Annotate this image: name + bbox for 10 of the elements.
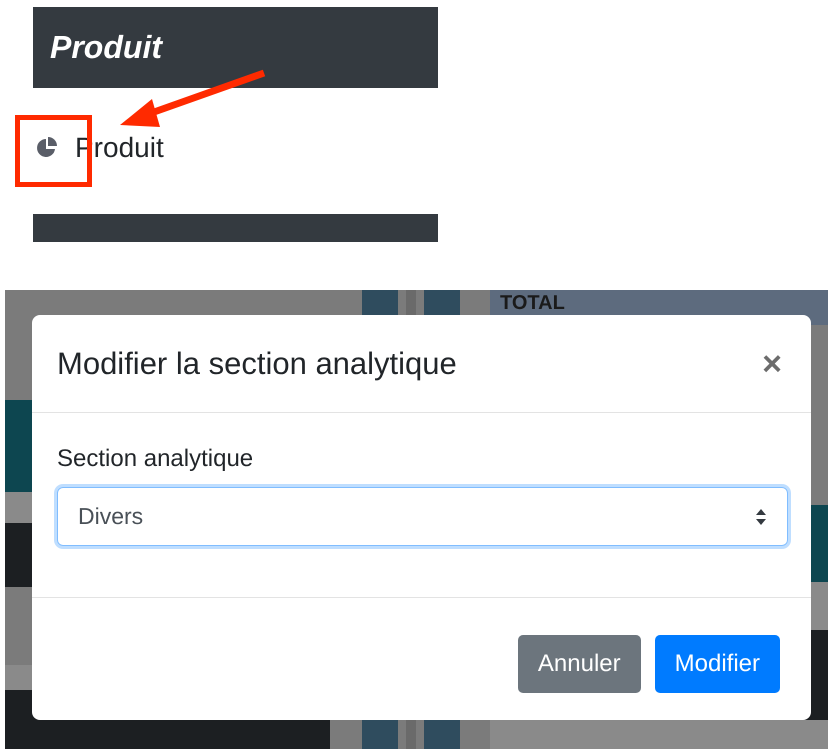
field-label: Section analytique: [57, 445, 254, 473]
section-header: Produit: [33, 7, 438, 88]
cancel-button[interactable]: Annuler: [518, 635, 641, 693]
column-heading: TOTAL: [500, 292, 565, 315]
pie-chart-icon: [35, 136, 59, 160]
close-button[interactable]: ×: [758, 346, 786, 380]
select-field[interactable]: Divers: [57, 487, 788, 546]
sort-caret-icon: [755, 508, 767, 526]
confirm-button[interactable]: Modifier: [654, 635, 780, 693]
dialog-title: Modifier la section analytique: [57, 346, 457, 382]
